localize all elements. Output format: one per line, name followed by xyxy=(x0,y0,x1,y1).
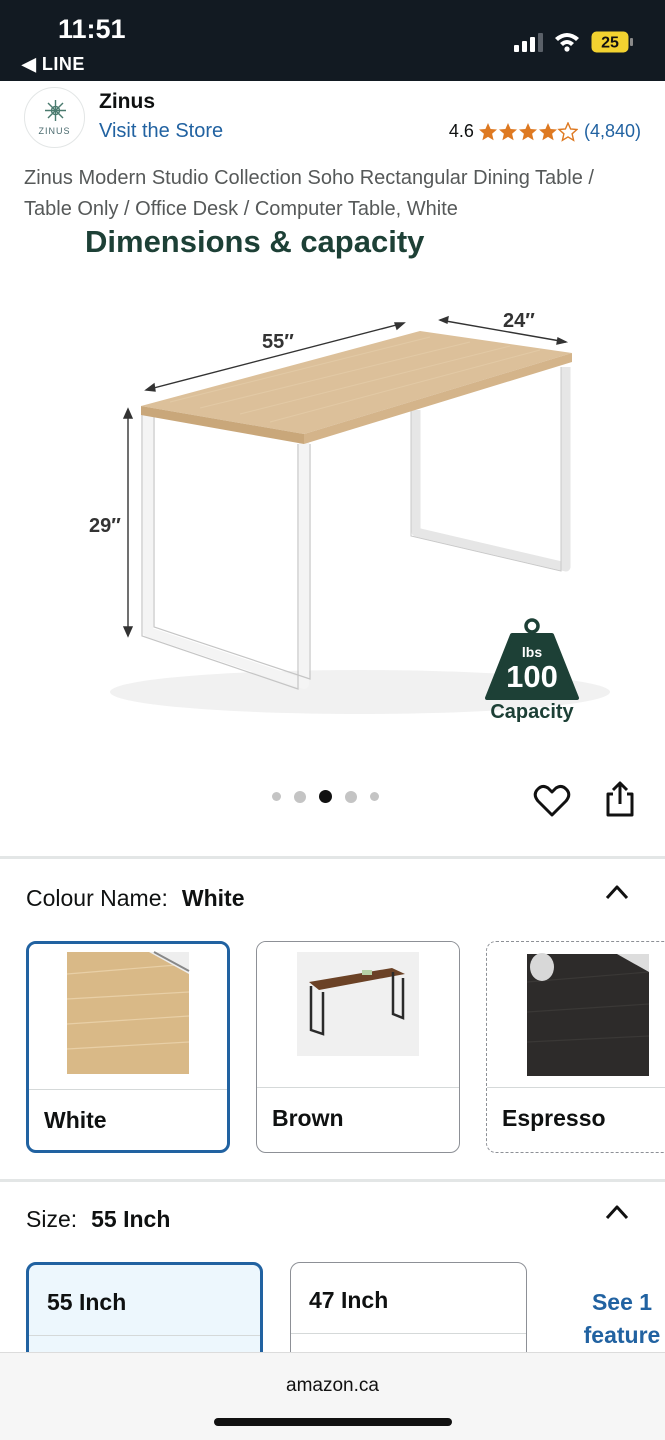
dimension-depth-label: 24″ xyxy=(503,310,535,332)
weight-caption-label: Capacity xyxy=(490,701,574,723)
carousel-dot[interactable] xyxy=(294,790,306,803)
size-section-header[interactable]: Size: 55 Inch xyxy=(26,1206,170,1233)
rating-stars xyxy=(478,121,578,142)
rating-summary[interactable]: 4.6 (4,840) xyxy=(449,121,641,142)
size-option-47-inch[interactable]: 47 Inch xyxy=(290,1262,527,1362)
product-image[interactable]: Dimensions & capacity 55″ 24″ 29″ lbs 10… xyxy=(0,222,665,762)
colour-selected-value: White xyxy=(181,885,245,911)
share-icon[interactable] xyxy=(604,780,636,818)
dimension-height-label: 29″ xyxy=(89,515,121,537)
browser-url[interactable]: amazon.ca xyxy=(0,1375,665,1397)
weight-unit-label: lbs xyxy=(521,644,543,660)
colour-thumbnail xyxy=(257,942,459,1087)
chevron-up-icon[interactable] xyxy=(604,1203,630,1221)
colour-option-label: Espresso xyxy=(502,1105,606,1131)
colour-label: Colour Name: xyxy=(26,885,168,911)
carousel-dot[interactable] xyxy=(370,792,379,801)
size-label: Size: xyxy=(26,1206,78,1232)
colour-thumbnail xyxy=(29,944,227,1089)
section-divider xyxy=(0,1179,665,1182)
carousel-dot[interactable] xyxy=(272,792,281,801)
size-option-label: 47 Inch xyxy=(309,1287,389,1313)
colour-option-white[interactable]: White xyxy=(26,941,230,1153)
browser-bottom-bar: amazon.ca xyxy=(0,1352,665,1440)
size-option-55-inch[interactable]: 55 Inch xyxy=(26,1262,263,1362)
see-features-link[interactable]: See 1 feature xyxy=(572,1286,665,1352)
rating-count-link[interactable]: (4,840) xyxy=(584,121,641,142)
carousel-dot-active[interactable] xyxy=(319,790,332,803)
battery-level: 25 xyxy=(601,35,619,52)
brand-name: Zinus xyxy=(99,90,155,113)
cellular-signal-icon xyxy=(514,33,543,52)
product-title: Zinus Modern Studio Collection Soho Rect… xyxy=(24,167,594,220)
home-indicator[interactable] xyxy=(214,1418,452,1426)
brand-logo[interactable]: ZINUS xyxy=(24,87,85,148)
colour-option-espresso[interactable]: Espresso xyxy=(486,941,665,1153)
rating-value: 4.6 xyxy=(448,121,474,141)
section-divider xyxy=(0,856,665,859)
star-rating-icon xyxy=(478,121,578,141)
wifi-icon xyxy=(555,33,579,52)
size-selected-value: 55 Inch xyxy=(91,1206,171,1232)
brand-leaf-icon xyxy=(45,100,66,121)
colour-section-header[interactable]: Colour Name: White xyxy=(26,885,245,912)
carousel-dot[interactable] xyxy=(345,790,357,803)
battery-icon: 25 xyxy=(591,31,633,53)
brand-logo-text: ZINUS xyxy=(38,126,71,136)
dimension-width-label: 55″ xyxy=(262,331,294,353)
back-to-app-link[interactable]: ◀ LINE xyxy=(22,54,85,75)
status-time: 11:51 xyxy=(58,14,126,44)
colour-thumbnail xyxy=(487,942,665,1087)
status-bar: 11:51 ◀ LINE 25 xyxy=(0,0,665,81)
carousel-pagination[interactable] xyxy=(272,790,392,803)
colour-option-label: White xyxy=(44,1107,107,1133)
weight-value-label: 100 xyxy=(506,659,558,694)
colour-option-label: Brown xyxy=(272,1105,344,1131)
colour-option-brown[interactable]: Brown xyxy=(256,941,460,1153)
heart-icon[interactable] xyxy=(533,783,571,819)
visit-store-link[interactable]: Visit the Store xyxy=(99,120,223,143)
chevron-up-icon[interactable] xyxy=(604,883,630,901)
size-option-label: 55 Inch xyxy=(47,1289,127,1315)
